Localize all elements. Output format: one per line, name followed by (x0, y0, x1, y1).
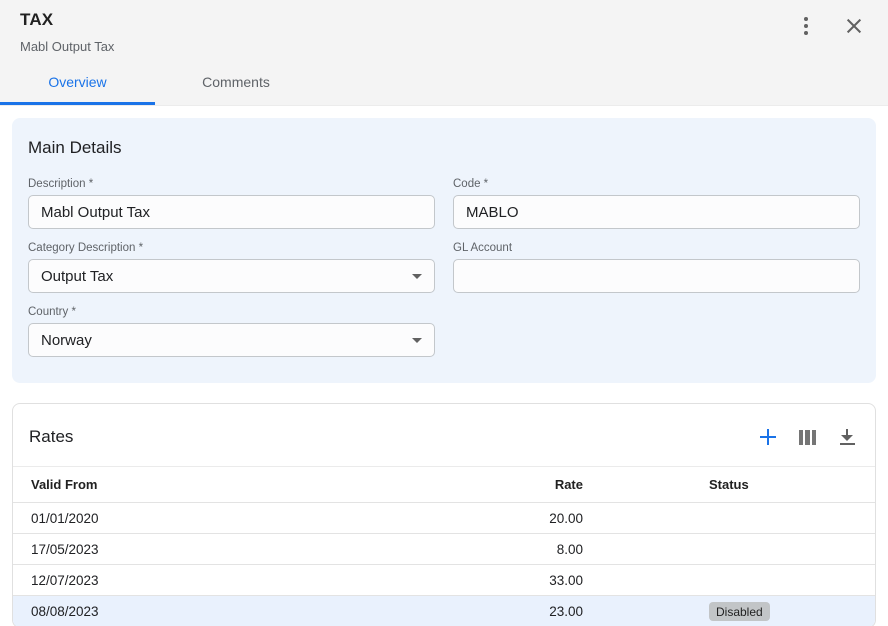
description-input[interactable] (28, 195, 435, 229)
tab-bar: Overview Comments (0, 61, 317, 105)
chevron-down-icon (412, 274, 422, 279)
columns-icon[interactable] (799, 430, 816, 445)
dialog-header: TAX Mabl Output Tax Overview Comments (0, 0, 888, 106)
valid-from-cell: 12/07/2023 (13, 573, 453, 588)
country-label: Country * (28, 306, 435, 318)
rates-toolbar (760, 429, 855, 445)
page-subtitle: Mabl Output Tax (20, 39, 888, 54)
rates-title: Rates (29, 427, 73, 447)
close-button[interactable] (842, 14, 866, 38)
rate-cell: 8.00 (453, 542, 583, 557)
code-label: Code * (453, 178, 860, 190)
table-body: 01/01/2020 20.00 17/05/2023 8.00 12/07/2… (13, 503, 875, 626)
rate-cell: 33.00 (453, 573, 583, 588)
rate-cell: 20.00 (453, 511, 583, 526)
status-cell: Disabled (583, 602, 875, 621)
gl-account-field-group: GL Account (453, 242, 860, 293)
column-header-valid-from[interactable]: Valid From (13, 477, 453, 492)
table-row[interactable]: 17/05/2023 8.00 (13, 534, 875, 565)
code-input[interactable] (453, 195, 860, 229)
main-details-card: Main Details Description * Code * Catego… (12, 118, 876, 383)
tab-overview[interactable]: Overview (0, 61, 155, 105)
tab-comments[interactable]: Comments (155, 61, 317, 105)
gl-account-label: GL Account (453, 242, 860, 254)
valid-from-cell: 01/01/2020 (13, 511, 453, 526)
country-field-group: Country * Norway (28, 306, 435, 357)
code-field-group: Code * (453, 178, 860, 229)
status-badge: Disabled (709, 602, 770, 621)
gl-account-input[interactable] (453, 259, 860, 293)
description-label: Description * (28, 178, 435, 190)
table-header-row: Valid From Rate Status (13, 466, 875, 503)
kebab-menu-icon (804, 17, 808, 35)
more-options-button[interactable] (794, 14, 818, 38)
category-description-label: Category Description * (28, 242, 435, 254)
category-description-field-group: Category Description * Output Tax (28, 242, 435, 293)
description-field-group: Description * (28, 178, 435, 229)
chevron-down-icon (412, 338, 422, 343)
add-rate-button[interactable] (760, 429, 776, 445)
download-icon[interactable] (839, 429, 855, 445)
page-title: TAX (20, 10, 888, 30)
category-description-select[interactable]: Output Tax (28, 259, 435, 293)
column-header-status[interactable]: Status (583, 477, 875, 492)
valid-from-cell: 17/05/2023 (13, 542, 453, 557)
rates-table: Valid From Rate Status 01/01/2020 20.00 … (13, 466, 875, 626)
country-select[interactable]: Norway (28, 323, 435, 357)
category-description-value: Output Tax (41, 268, 113, 285)
rate-cell: 23.00 (453, 604, 583, 619)
table-row[interactable]: 08/08/2023 23.00 Disabled (13, 596, 875, 626)
country-value: Norway (41, 332, 92, 349)
rates-card: Rates Valid From Rate Status 01/01/2020 … (12, 403, 876, 626)
table-row[interactable]: 12/07/2023 33.00 (13, 565, 875, 596)
valid-from-cell: 08/08/2023 (13, 604, 453, 619)
close-icon (846, 18, 862, 34)
main-details-title: Main Details (28, 138, 860, 158)
table-row[interactable]: 01/01/2020 20.00 (13, 503, 875, 534)
column-header-rate[interactable]: Rate (453, 477, 583, 492)
